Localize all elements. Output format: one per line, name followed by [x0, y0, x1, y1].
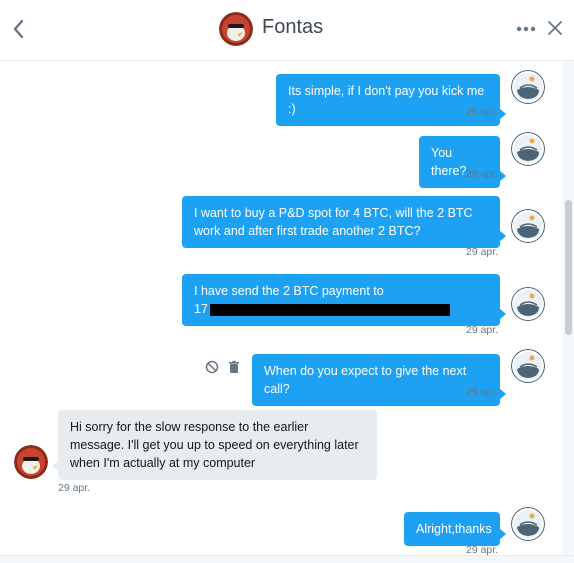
- back-button[interactable]: [10, 17, 28, 41]
- scrollbar-thumb[interactable]: [565, 200, 572, 335]
- trash-icon[interactable]: [227, 360, 241, 374]
- user-avatar[interactable]: [511, 70, 545, 104]
- redaction-bar: [209, 303, 450, 316]
- message-text: Its simple, if I don't pay you kick me :…: [288, 84, 485, 116]
- message-bubble[interactable]: Hi sorry for the slow response to the ea…: [52, 410, 377, 480]
- message-timestamp: 29 apr.: [58, 482, 91, 494]
- close-button[interactable]: [546, 19, 564, 37]
- user-avatar[interactable]: [511, 507, 545, 541]
- message-bubble[interactable]: I have send the 2 BTC payment to 17: [182, 274, 506, 326]
- message-timestamp: 29 apr.: [466, 324, 499, 336]
- more-options-button[interactable]: [514, 20, 538, 38]
- message-bubble[interactable]: Its simple, if I don't pay you kick me :…: [276, 74, 506, 126]
- message-bubble[interactable]: When do you expect to give the next call…: [252, 354, 506, 406]
- message-bubble[interactable]: Alright,thanks: [404, 512, 506, 546]
- message-text-line: 17: [194, 300, 488, 318]
- message-text: Hi sorry for the slow response to the ea…: [70, 420, 359, 470]
- message-text: You there?: [431, 146, 467, 178]
- contact-avatar[interactable]: [14, 445, 48, 479]
- message-bubble[interactable]: You there?: [419, 136, 506, 188]
- message-timestamp: 29 apr.: [466, 386, 499, 398]
- bottom-divider: [0, 555, 574, 563]
- chevron-left-icon: [13, 19, 24, 39]
- conversation-header: Fontas: [0, 0, 574, 61]
- conversation-title: Fontas: [262, 16, 324, 38]
- block-icon[interactable]: [205, 360, 219, 374]
- user-avatar[interactable]: [511, 287, 545, 321]
- message-text: When do you expect to give the next call…: [264, 364, 467, 396]
- message-timestamp: 28 apr.: [466, 168, 499, 180]
- message-timestamp: 26 apr.: [466, 106, 499, 118]
- close-icon: [548, 21, 562, 35]
- message-timestamp: 29 apr.: [466, 246, 499, 258]
- message-text: 17: [194, 302, 208, 316]
- message-text: I have send the 2 BTC payment to: [194, 284, 384, 298]
- user-avatar[interactable]: [511, 349, 545, 383]
- user-avatar[interactable]: [511, 132, 545, 166]
- message-text: I want to buy a P&D spot for 4 BTC, will…: [194, 206, 473, 238]
- message-text: Alright,thanks: [416, 522, 492, 536]
- contact-avatar[interactable]: [219, 12, 253, 46]
- message-bubble[interactable]: I want to buy a P&D spot for 4 BTC, will…: [182, 196, 506, 248]
- more-icon: [516, 26, 536, 32]
- user-avatar[interactable]: [511, 209, 545, 243]
